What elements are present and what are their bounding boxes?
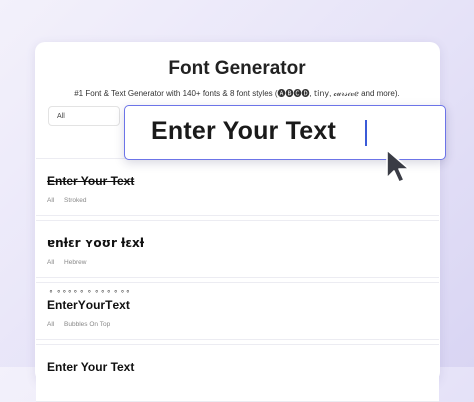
- font-result-row[interactable]: ɐnƚɛr ʏoʊr ƚɛxƚ All Hebrew: [36, 220, 439, 278]
- font-tags: All Bubbles On Top: [47, 321, 118, 328]
- bubble-letter: o: [86, 298, 93, 312]
- tag-label: All: [47, 197, 55, 204]
- font-tags: All Hebrew: [47, 259, 94, 266]
- bubble-letter: e: [66, 298, 73, 312]
- font-sample-text[interactable]: Enter Your Text: [47, 174, 134, 188]
- bubble-letter: E: [47, 298, 55, 312]
- page-subtitle: #1 Font & Text Generator with 140+ fonts…: [74, 89, 400, 98]
- font-result-row[interactable]: Enter Your Text All Stroked: [36, 158, 439, 216]
- bubble-letter: x: [119, 298, 126, 312]
- text-caret: [365, 120, 367, 146]
- bubble-letter: t: [126, 298, 130, 312]
- tag-label: All: [47, 321, 55, 328]
- style-filter-select[interactable]: All: [48, 106, 120, 126]
- tag-label: Stroked: [64, 197, 87, 204]
- page-title: Font Generator: [168, 58, 306, 79]
- text-input-value: Enter Your Text: [151, 117, 336, 145]
- bubble-letter: T: [105, 298, 112, 312]
- bubble-letter: u: [93, 298, 100, 312]
- bubble-letter: n: [55, 298, 62, 312]
- font-tags: All Stroked: [47, 197, 94, 204]
- tag-label: All: [47, 259, 55, 266]
- font-sample-text[interactable]: ɐnƚɛr ʏoʊr ƚɛxƚ: [47, 236, 144, 250]
- font-sample-text[interactable]: Enter Your Text: [47, 360, 134, 374]
- tag-label: Hebrew: [64, 259, 87, 266]
- tag-label: Bubbles On Top: [64, 321, 111, 328]
- font-result-row[interactable]: Enter Your Text: [36, 344, 439, 402]
- font-sample-text[interactable]: Enter Your Text: [47, 298, 130, 312]
- bubble-letter: Y: [78, 298, 86, 312]
- mouse-pointer-icon: [386, 149, 410, 183]
- font-result-row[interactable]: Enter Your Text All Bubbles On Top: [36, 282, 439, 340]
- bubble-letter: e: [112, 298, 119, 312]
